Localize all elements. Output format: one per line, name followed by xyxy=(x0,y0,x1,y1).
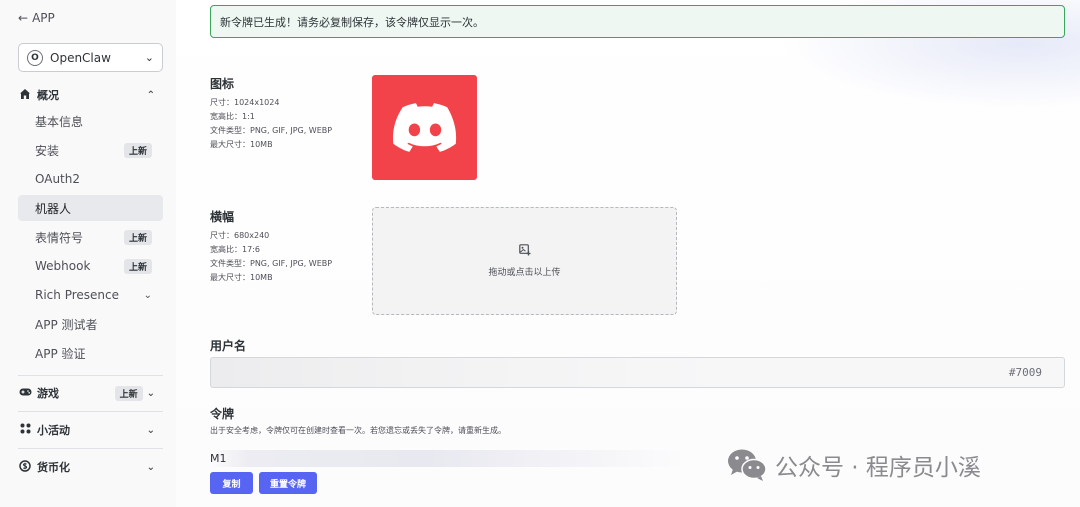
section-monetization[interactable]: 货币化 ⌄ xyxy=(18,456,163,478)
sidebar-item-label: APP 测试者 xyxy=(35,317,98,332)
sidebar: ← APP O OpenClaw ⌄ 概况 ⌃ 基本信息 安装 上新 OAuth… xyxy=(0,0,176,507)
username-input[interactable]: #7009 xyxy=(210,357,1065,388)
banner-spec-types: 文件类型：PNG, GIF, JPG, WEBP xyxy=(210,259,333,268)
icon-spec: 尺寸：1024x1024 宽高比：1:1 文件类型：PNG, GIF, JPG,… xyxy=(210,96,332,152)
upload-hint: 拖动或点击以上传 xyxy=(488,268,561,278)
divider xyxy=(18,448,163,449)
chevron-down-icon: ⌄ xyxy=(143,289,152,301)
chevron-up-icon: ⌃ xyxy=(146,89,155,101)
sidebar-item-app-testers[interactable]: APP 测试者 xyxy=(18,311,163,337)
icon-spec-size: 尺寸：1024x1024 xyxy=(210,98,280,107)
sidebar-item-label: APP 验证 xyxy=(35,346,86,361)
banner-upload-dropzone[interactable]: 拖动或点击以上传 xyxy=(372,207,677,315)
divider xyxy=(18,375,163,376)
sidebar-item-label: OAuth2 xyxy=(35,172,80,186)
watermark-text: 公众号 · 程序员小溪 xyxy=(775,455,981,481)
banner-section-title: 横幅 xyxy=(210,210,235,224)
discord-logo-icon xyxy=(392,102,456,152)
app-avatar: O xyxy=(27,49,43,66)
sidebar-item-label: 安装 xyxy=(35,143,60,158)
watermark: 公众号 · 程序员小溪 xyxy=(727,446,981,484)
chevron-down-icon: ⌄ xyxy=(146,424,155,436)
username-section-title: 用户名 xyxy=(210,339,247,353)
back-link-label: APP xyxy=(32,11,55,25)
new-badge: 上新 xyxy=(114,385,143,401)
icon-spec-ratio: 宽高比：1:1 xyxy=(210,112,255,121)
chevron-down-icon: ⌄ xyxy=(144,51,154,64)
copy-token-button[interactable]: 复制 xyxy=(210,472,253,494)
alert-text: 新令牌已生成！请务必复制保存，该令牌仅显示一次。 xyxy=(220,15,484,29)
banner-spec-ratio: 宽高比：17:6 xyxy=(210,245,260,254)
section-activities[interactable]: 小活动 ⌄ xyxy=(18,419,163,441)
token-value: M1 xyxy=(210,450,690,467)
coin-icon xyxy=(18,459,32,475)
sidebar-item-app-verification[interactable]: APP 验证 xyxy=(18,340,163,366)
sidebar-item-oauth2[interactable]: OAuth2 xyxy=(18,166,163,192)
wechat-icon xyxy=(728,449,767,481)
sidebar-item-general-info[interactable]: 基本信息 xyxy=(18,108,163,134)
username-discriminator: #7009 xyxy=(1008,366,1042,379)
new-badge: 上新 xyxy=(123,142,152,158)
app-select-label: OpenClaw xyxy=(50,50,111,65)
token-description: 出于安全考虑，令牌仅可在创建时查看一次。若您遗忘或丢失了令牌，请重新生成。 xyxy=(210,426,506,435)
sidebar-item-label: Webhook xyxy=(35,259,91,273)
image-upload-icon xyxy=(518,244,531,259)
sidebar-item-label: 表情符号 xyxy=(35,230,84,245)
new-badge: 上新 xyxy=(123,258,152,274)
sidebar-item-label: 机器人 xyxy=(35,201,72,216)
sidebar-item-bot[interactable]: 机器人 xyxy=(18,195,163,221)
sidebar-item-emojis[interactable]: 表情符号 上新 xyxy=(18,224,163,250)
divider xyxy=(18,411,163,412)
section-games[interactable]: 游戏 上新 ⌄ xyxy=(18,382,163,404)
chevron-down-icon: ⌄ xyxy=(146,461,155,473)
sidebar-item-rich-presence[interactable]: Rich Presence ⌄ xyxy=(18,282,163,308)
sidebar-item-label: 基本信息 xyxy=(35,114,84,129)
token-section-title: 令牌 xyxy=(210,407,235,421)
reset-token-button[interactable]: 重置令牌 xyxy=(259,472,317,494)
banner-spec-size: 尺寸：680x240 xyxy=(210,231,270,240)
sidebar-item-webhook[interactable]: Webhook 上新 xyxy=(18,253,163,279)
banner-spec-max: 最大尺寸：10MB xyxy=(210,273,273,282)
arrow-left-icon: ← xyxy=(18,11,29,25)
token-prefix: M1 xyxy=(210,452,227,465)
chevron-down-icon: ⌄ xyxy=(146,387,155,399)
sidebar-item-label: Rich Presence xyxy=(35,288,119,302)
section-games-label: 游戏 xyxy=(37,387,59,400)
bot-icon-upload[interactable] xyxy=(372,75,477,180)
section-overview[interactable]: 概况 ⌃ xyxy=(18,84,163,106)
section-activities-label: 小活动 xyxy=(37,424,70,437)
gamepad-icon xyxy=(18,386,32,400)
icon-spec-max: 最大尺寸：10MB xyxy=(210,140,273,149)
banner-spec: 尺寸：680x240 宽高比：17:6 文件类型：PNG, GIF, JPG, … xyxy=(210,229,332,285)
token-generated-alert: 新令牌已生成！请务必复制保存，该令牌仅显示一次。 xyxy=(210,5,1065,38)
sidebar-item-installation[interactable]: 安装 上新 xyxy=(18,137,163,163)
icon-section-title: 图标 xyxy=(210,77,235,91)
section-monetization-label: 货币化 xyxy=(37,461,70,474)
home-icon xyxy=(18,88,32,103)
icon-spec-types: 文件类型：PNG, GIF, JPG, WEBP xyxy=(210,126,333,135)
app-select[interactable]: O OpenClaw ⌄ xyxy=(18,43,163,72)
section-overview-label: 概况 xyxy=(37,89,59,102)
activities-icon xyxy=(18,423,32,437)
new-badge: 上新 xyxy=(123,229,152,245)
back-link[interactable]: ← APP xyxy=(18,11,55,25)
